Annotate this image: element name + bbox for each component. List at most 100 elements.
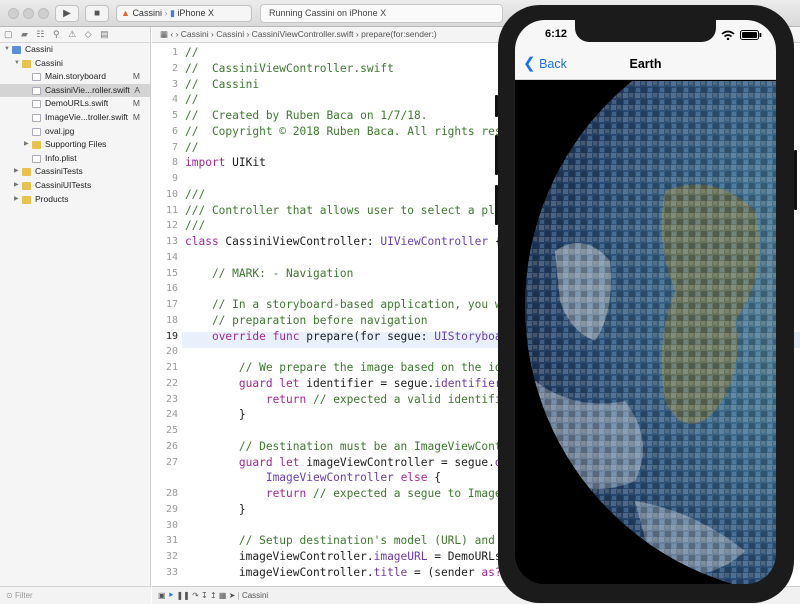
line-number[interactable]: 21: [152, 362, 178, 373]
code-line[interactable]: return // expected a valid identifier: [185, 393, 515, 406]
line-number[interactable]: 33: [152, 567, 178, 578]
line-number[interactable]: 11: [152, 205, 178, 216]
line-number[interactable]: 25: [152, 425, 178, 436]
navigator-item[interactable]: Main.storyboard M: [0, 70, 150, 84]
code-line[interactable]: // MARK: - Navigation: [185, 267, 353, 280]
line-number[interactable]: 26: [152, 441, 178, 452]
disclosure-closed-icon[interactable]: ▶: [14, 179, 19, 193]
line-number[interactable]: 22: [152, 378, 178, 389]
jumpbar-nav-icons[interactable]: ▦ ‹ ›: [160, 29, 181, 39]
disclosure-closed-icon[interactable]: ▶: [14, 193, 19, 207]
code-line[interactable]: class CassiniViewController: UIViewContr…: [185, 235, 502, 248]
navigator-item[interactable]: ▶ Products: [0, 193, 150, 207]
breadcrumb-item[interactable]: CassiniViewController.swift: [252, 29, 354, 39]
debug-toggle-icon[interactable]: ▣: [158, 591, 166, 600]
zoom-window-icon[interactable]: [38, 8, 49, 19]
line-number[interactable]: 16: [152, 283, 178, 294]
location-icon[interactable]: ➤: [229, 591, 236, 600]
breadcrumb-item[interactable]: Cassini: [181, 29, 209, 39]
code-line[interactable]: }: [185, 408, 246, 421]
run-button[interactable]: ▶: [55, 5, 79, 22]
disclosure-open-icon[interactable]: ▼: [14, 57, 20, 71]
line-number[interactable]: 2: [152, 63, 178, 74]
side-button[interactable]: [794, 150, 797, 210]
disclosure-closed-icon[interactable]: ▶: [14, 165, 19, 179]
breadcrumb-item[interactable]: prepare(for:sender:): [361, 29, 437, 39]
code-token: UIKit: [225, 156, 266, 170]
code-line[interactable]: // CassiniViewController.swift: [185, 62, 394, 75]
navigator-item[interactable]: ImageVie...troller.swift M: [0, 111, 150, 125]
line-number[interactable]: 24: [152, 409, 178, 420]
line-number[interactable]: 18: [152, 315, 178, 326]
navigator-item[interactable]: ▼ Cassini: [0, 57, 150, 71]
code-line[interactable]: ///: [185, 188, 205, 201]
navigator-item[interactable]: CassiniVie...roller.swift A: [0, 83, 150, 98]
code-line[interactable]: //: [185, 141, 198, 154]
disclosure-open-icon[interactable]: ▼: [4, 43, 10, 57]
step-out-icon[interactable]: ↥: [210, 591, 217, 600]
line-number[interactable]: 6: [152, 126, 178, 137]
step-in-icon[interactable]: ↧: [201, 591, 208, 600]
line-number[interactable]: 3: [152, 79, 178, 90]
code-line[interactable]: // Created by Ruben Baca on 1/7/18.: [185, 109, 427, 122]
code-token: ///: [185, 187, 206, 201]
navigator-item-label: DemoURLs.swift: [45, 98, 109, 109]
line-number[interactable]: 9: [152, 173, 178, 184]
code-line[interactable]: // preparation before navigation: [185, 314, 428, 327]
code-line[interactable]: // Destination must be an ImageViewContr…: [185, 440, 542, 453]
volume-down-button[interactable]: [495, 185, 498, 225]
navigator-selector-bar[interactable]: ▢ ▰ ☷ ⚲ ⚠ ◇ ▤: [0, 27, 150, 43]
line-number[interactable]: 20: [152, 346, 178, 357]
code-line[interactable]: //: [185, 46, 198, 59]
step-over-icon[interactable]: ↷: [192, 591, 199, 600]
view-debugger-icon[interactable]: ▦: [219, 591, 227, 600]
navigator-item[interactable]: DemoURLs.swift M: [0, 97, 150, 111]
line-number[interactable]: 31: [152, 535, 178, 546]
line-number[interactable]: 13: [152, 236, 178, 247]
line-number[interactable]: 28: [152, 488, 178, 499]
close-window-icon[interactable]: [8, 8, 19, 19]
code-line[interactable]: import UIKit: [185, 156, 266, 169]
line-number[interactable]: 1: [152, 47, 178, 58]
line-number[interactable]: 7: [152, 142, 178, 153]
navigator-item[interactable]: Info.plist: [0, 152, 150, 166]
code-line[interactable]: // Copyright © 2018 Ruben Baca. All righ…: [185, 125, 542, 138]
line-number[interactable]: 19: [152, 331, 178, 342]
code-line[interactable]: // Setup destination's model (URL) and t…: [185, 534, 535, 547]
scheme-selector[interactable]: ▲ Cassini › ▮ iPhone X: [116, 5, 252, 22]
line-number[interactable]: 30: [152, 520, 178, 531]
breadcrumb-item[interactable]: Cassini: [216, 29, 244, 39]
volume-up-button[interactable]: [495, 135, 498, 175]
filter-field[interactable]: ⊙ Filter: [0, 586, 151, 604]
line-number[interactable]: 17: [152, 299, 178, 310]
navigator-item[interactable]: ▶ CassiniUITests: [0, 179, 150, 193]
line-number[interactable]: 29: [152, 504, 178, 515]
stop-button[interactable]: ■: [85, 5, 109, 22]
folder-icon: [22, 195, 31, 204]
code-line[interactable]: ImageViewController else {: [185, 471, 441, 484]
code-line[interactable]: // Cassini: [185, 78, 259, 91]
line-number[interactable]: 14: [152, 252, 178, 263]
code-line[interactable]: }: [185, 503, 246, 516]
mute-switch[interactable]: [495, 95, 498, 117]
code-line[interactable]: //: [185, 93, 198, 106]
code-line[interactable]: guard let identifier = segue.identifier …: [185, 377, 549, 390]
navigator-item[interactable]: oval.jpg: [0, 125, 150, 139]
line-number[interactable]: 12: [152, 220, 178, 231]
line-number[interactable]: 8: [152, 157, 178, 168]
navigator-item[interactable]: ▶ CassiniTests: [0, 165, 150, 179]
line-number[interactable]: 27: [152, 457, 178, 468]
line-number[interactable]: 15: [152, 268, 178, 279]
breakpoints-icon[interactable]: ⯈: [168, 591, 174, 600]
line-number[interactable]: 32: [152, 551, 178, 562]
line-number[interactable]: 23: [152, 394, 178, 405]
line-number[interactable]: 4: [152, 94, 178, 105]
navigator-item[interactable]: ▶ Supporting Files: [0, 138, 150, 152]
line-number[interactable]: 5: [152, 110, 178, 121]
minimize-window-icon[interactable]: [23, 8, 34, 19]
navigator-item[interactable]: ▼ Cassini: [0, 43, 150, 57]
disclosure-closed-icon[interactable]: ▶: [24, 138, 29, 152]
line-number[interactable]: 10: [152, 189, 178, 200]
pause-icon[interactable]: ❚❚: [176, 591, 189, 600]
code-line[interactable]: ///: [185, 219, 205, 232]
